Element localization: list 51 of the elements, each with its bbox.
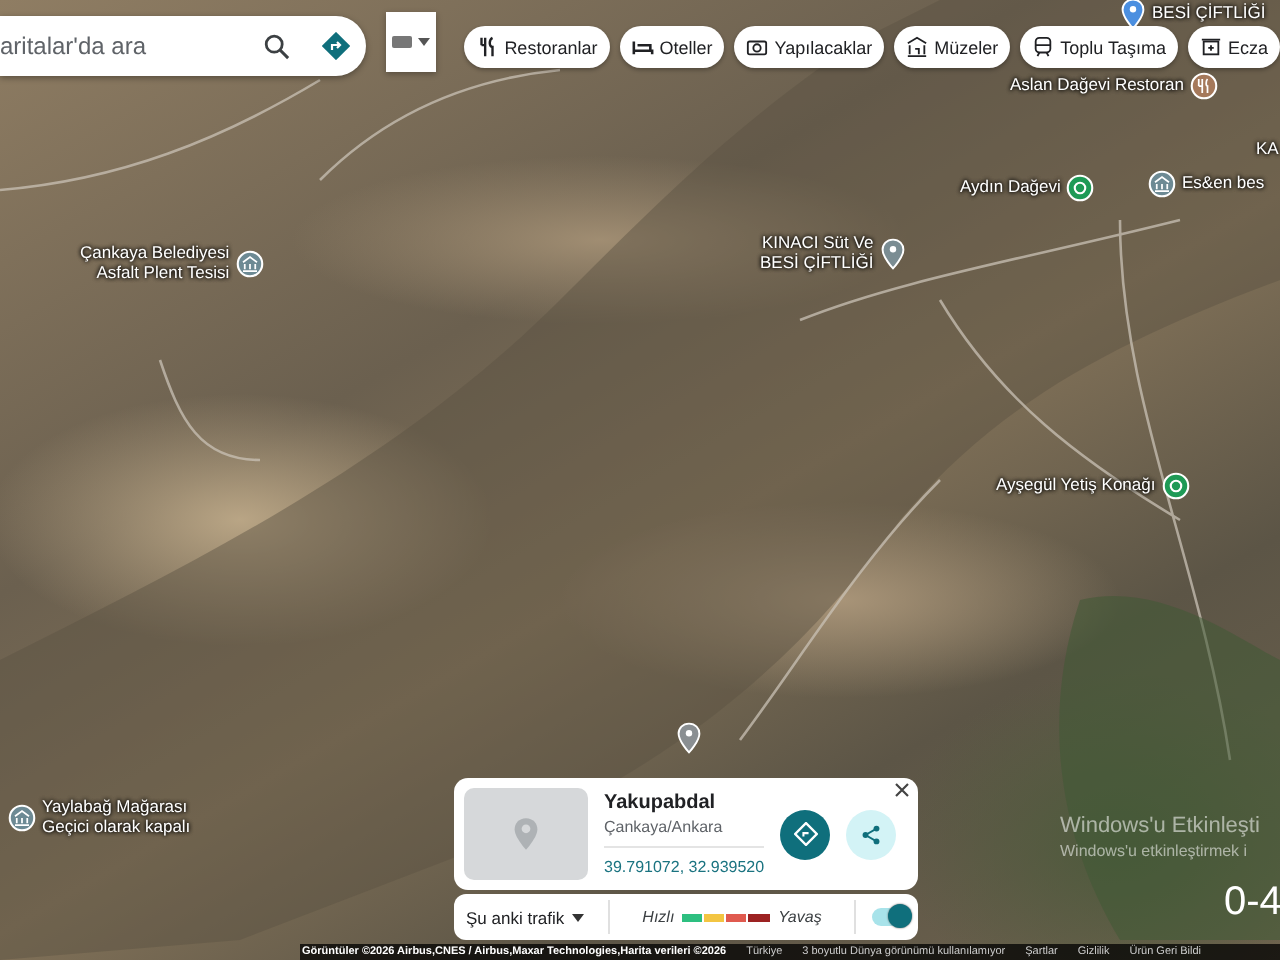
place-label[interactable]: BESİ ÇİFTLİĞİ xyxy=(1152,4,1266,24)
coordinates-text: 39.791072, 32.939520 xyxy=(604,858,764,876)
bed-icon xyxy=(631,36,654,58)
directions-icon xyxy=(793,822,817,846)
legend-label: Hızlı xyxy=(642,908,675,926)
caret-icon xyxy=(572,913,585,921)
satellite-map[interactable] xyxy=(0,0,1280,960)
category-chip[interactable]: Oteller xyxy=(619,26,725,68)
traffic-legend-icon xyxy=(682,913,771,921)
traffic-dropdown[interactable]: Şu anki trafik xyxy=(466,900,610,934)
place-subtitle: Çankaya/Ankara xyxy=(604,818,764,848)
museum-marker-icon[interactable] xyxy=(235,249,264,277)
map-pin-icon xyxy=(512,816,540,852)
train-icon xyxy=(1032,36,1055,58)
layers-button[interactable] xyxy=(386,12,437,72)
directions-button[interactable] xyxy=(780,809,830,859)
activation-notice: Windows'u Etkinleşti xyxy=(1060,814,1260,838)
map-pin-icon[interactable] xyxy=(879,237,906,269)
share-icon xyxy=(860,823,882,845)
place-label[interactable]: Ayşegül Yetiş Konağı xyxy=(996,476,1156,496)
museum-marker-icon[interactable] xyxy=(1148,170,1176,198)
category-chip[interactable]: Toplu Taşıma xyxy=(1020,26,1178,68)
museum-marker-icon[interactable] xyxy=(8,803,36,831)
share-button[interactable] xyxy=(846,809,896,859)
caret-icon xyxy=(418,38,431,46)
traffic-toggle[interactable] xyxy=(872,908,906,926)
category-chip[interactable]: Yapılacaklar xyxy=(734,26,885,68)
search-field[interactable]: aritalar'da ara xyxy=(0,32,246,60)
category-chip[interactable]: Restoranlar xyxy=(464,26,610,68)
place-label[interactable]: Çankaya Belediyesi Asfalt Plent Tesisi xyxy=(80,244,230,282)
category-chip[interactable]: Ecza xyxy=(1187,26,1280,68)
map-pin-icon[interactable] xyxy=(1120,0,1146,30)
museum-icon xyxy=(906,36,929,58)
place-label[interactable]: Es&en bes xyxy=(1182,174,1265,194)
scale-text: 0-4 xyxy=(1224,880,1280,926)
map-pin-icon[interactable] xyxy=(676,722,702,754)
place-label[interactable]: Aydın Dağevi xyxy=(960,178,1061,198)
camera-icon xyxy=(746,36,769,58)
search-bar[interactable]: aritalar'da ara xyxy=(0,16,366,76)
legend-label: Yavaş xyxy=(778,908,822,926)
restaurant-marker-icon[interactable] xyxy=(1189,72,1218,100)
close-button[interactable] xyxy=(894,782,910,798)
place-label[interactable]: KINACI Süt Ve BESİ ÇİFTLİĞİ xyxy=(760,234,874,272)
activation-notice: Windows'u etkinleştirmek i xyxy=(1060,842,1250,860)
place-label[interactable]: Aslan Dağevi Restoran xyxy=(1010,76,1184,96)
pharmacy-icon xyxy=(1199,36,1222,58)
place-title: Yakupabdal xyxy=(604,792,718,814)
place-label[interactable]: Yaylabağ Mağarası Geçici olarak kapalı xyxy=(42,798,191,836)
place-label[interactable]: KA xyxy=(1256,140,1279,159)
fork-knife-icon xyxy=(476,36,499,58)
category-chip[interactable]: Müzeler xyxy=(894,26,1011,68)
